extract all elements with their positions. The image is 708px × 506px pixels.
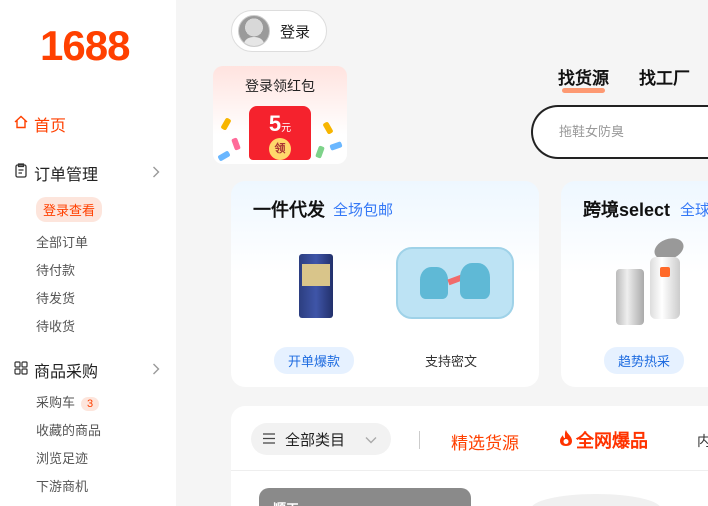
clipboard-icon (14, 163, 28, 183)
logo[interactable]: 1688 (40, 22, 130, 70)
card-title: 跨境select (583, 200, 671, 220)
chevron-right-icon (152, 165, 160, 181)
tab-find-factory[interactable]: 找工厂 (639, 64, 690, 89)
feed-tab-more[interactable]: 内 (697, 431, 708, 451)
search-input[interactable]: 拖鞋女防臭 (531, 105, 708, 159)
tag-trending[interactable]: 趋势热采 (604, 347, 685, 374)
sidebar-item-all-orders[interactable]: 全部订单 (36, 232, 88, 251)
sidebar-item-label: 采购车 (36, 395, 76, 410)
thumbnail-brand-text: 顺工 (273, 498, 299, 506)
card-subtitle-link[interactable]: 全球 (680, 199, 708, 220)
red-packet-title: 登录领红包 (245, 78, 315, 94)
red-envelope: 5元 领 (249, 106, 311, 160)
sidebar-item-label: 首页 (34, 118, 67, 135)
sidebar-item-pending-shipment[interactable]: 待发货 (36, 288, 75, 307)
login-to-view-pill[interactable]: 登录查看 (36, 197, 103, 222)
dinosaur-graphic (420, 267, 448, 299)
product-part (616, 269, 644, 325)
chevron-right-icon (152, 362, 160, 378)
sidebar-section-label: 订单管理 (34, 167, 99, 184)
confetti-decoration (315, 145, 325, 159)
confetti-decoration (217, 150, 231, 162)
sidebar-item-favorites[interactable]: 收藏的商品 (36, 420, 101, 439)
login-label: 登录 (280, 23, 311, 41)
claim-button[interactable]: 领 (269, 138, 291, 160)
sidebar-section-label: 商品采购 (34, 364, 99, 381)
product-feed: 全部类目 精选货源 全网爆品 内 顺工 (231, 406, 708, 506)
product-thumbnail[interactable]: 顺工 (259, 488, 471, 506)
feed-tab-hot-products[interactable]: 全网爆品 (558, 427, 648, 453)
tab-find-source[interactable]: 找货源 (558, 64, 609, 93)
sidebar-item-cart[interactable]: 采购车 3 (36, 392, 100, 411)
sidebar: 1688 首页 订单管理 登录查看 全部订单 待付款 待发货 待收货 商品采购 … (0, 0, 176, 506)
confetti-decoration (231, 137, 241, 151)
category-dropdown[interactable]: 全部类目 (251, 423, 391, 455)
sidebar-item-home[interactable]: 首页 (14, 112, 66, 136)
tag-hot-item[interactable]: 开单爆款 (274, 347, 355, 374)
confetti-decoration (329, 141, 343, 151)
sidebar-item-pending-receipt[interactable]: 待收货 (36, 316, 75, 335)
category-label: 全部类目 (285, 431, 346, 449)
search-tabs: 找货源 找工厂 (558, 64, 690, 93)
sidebar-section-purchase[interactable]: 商品采购 (14, 358, 160, 382)
product-image[interactable] (299, 254, 333, 318)
menu-icon (263, 431, 275, 448)
sidebar-item-pending-payment[interactable]: 待付款 (36, 260, 75, 279)
flame-icon (558, 429, 574, 452)
sidebar-section-orders[interactable]: 订单管理 (14, 161, 160, 185)
sidebar-item-history[interactable]: 浏览足迹 (36, 448, 88, 467)
dropship-card[interactable]: 一件代发 全场包邮 开单爆款 支持密文 (231, 181, 539, 387)
tag-encrypted[interactable]: 支持密文 (425, 351, 477, 370)
confetti-decoration (322, 121, 334, 135)
divider (231, 470, 708, 471)
avatar (238, 15, 270, 47)
product-image[interactable] (396, 247, 514, 319)
card-subtitle-link[interactable]: 全场包邮 (333, 199, 393, 220)
confetti-decoration (220, 117, 232, 131)
divider (419, 431, 420, 449)
main-content: 登录 登录领红包 5元 领 找货源 找工厂 拖鞋女防臭 一件代发 全场包邮 开单… (176, 0, 708, 506)
dinosaur-graphic (460, 263, 490, 299)
grid-icon (14, 360, 28, 380)
chevron-down-icon (365, 432, 377, 447)
product-image[interactable] (616, 234, 708, 329)
red-packet-card[interactable]: 登录领红包 5元 领 (213, 66, 347, 164)
cart-count-badge: 3 (81, 397, 100, 411)
product-part (650, 257, 680, 319)
sidebar-item-downstream[interactable]: 下游商机 (36, 476, 88, 495)
home-icon (14, 115, 28, 134)
card-title: 一件代发 (253, 200, 325, 220)
feed-tab-label: 全网爆品 (576, 431, 648, 451)
cross-border-card[interactable]: 跨境select 全球 趋势热采 (561, 181, 708, 387)
feed-tab-selected-sources[interactable]: 精选货源 (451, 429, 519, 454)
product-thumbnail[interactable] (531, 494, 661, 506)
login-button[interactable]: 登录 (231, 10, 327, 52)
